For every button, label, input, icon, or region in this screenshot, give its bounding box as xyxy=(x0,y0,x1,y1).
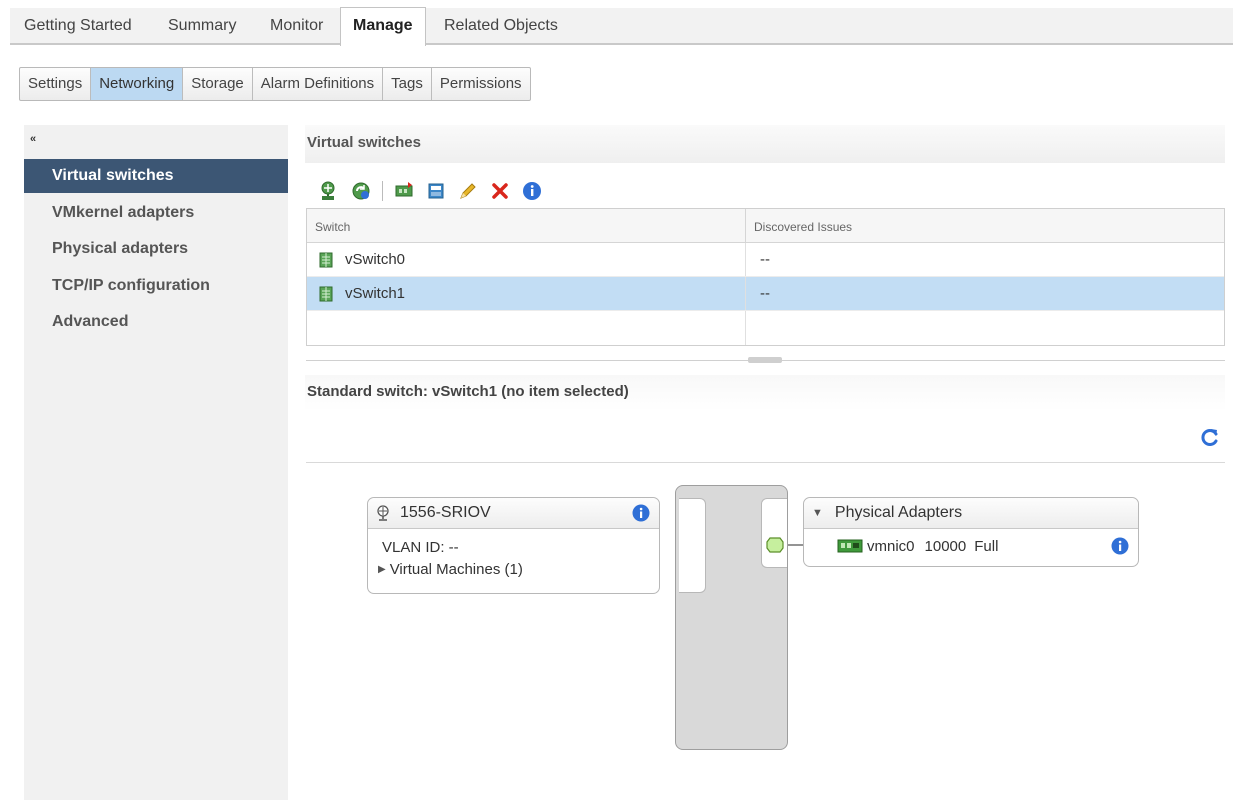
expand-arrow-icon: ▶ xyxy=(378,564,386,575)
vswitch-diagram-body xyxy=(675,485,788,750)
vlan-id-text: VLAN ID: -- xyxy=(382,539,459,556)
info-icon[interactable] xyxy=(631,503,651,523)
port-group-name: 1556-SRIOV xyxy=(400,504,491,521)
port-group-box[interactable]: 1556-SRIOV VLAN ID: -- ▶ Virtual Machine… xyxy=(367,497,660,594)
physical-adapters-header: ▼ Physical Adapters xyxy=(804,498,1138,529)
info-icon[interactable] xyxy=(1110,536,1130,556)
virtual-machines-toggle[interactable]: ▶ Virtual Machines (1) xyxy=(368,556,659,578)
adapter-speed: 10000 xyxy=(924,537,967,555)
collapse-arrow-icon[interactable]: ▼ xyxy=(812,507,823,519)
list-item[interactable]: vmnic0 10000 Full xyxy=(804,529,1138,563)
port-group-header: 1556-SRIOV xyxy=(368,498,659,529)
switch-left-port-bay xyxy=(679,498,706,593)
adapter-name: vmnic0 xyxy=(867,537,915,555)
port-group-icon xyxy=(374,504,392,522)
topology-connectors xyxy=(706,529,803,546)
adapter-duplex: Full xyxy=(974,537,999,555)
physical-adapters-box[interactable]: ▼ Physical Adapters vmnic0 10000 Full xyxy=(803,497,1139,567)
nic-icon xyxy=(837,538,863,554)
uplink-port-icon[interactable] xyxy=(766,537,784,553)
physical-adapters-title: Physical Adapters xyxy=(834,504,963,521)
switch-right-port-bay xyxy=(761,498,787,568)
virtual-machines-label: Virtual Machines (1) xyxy=(389,561,523,578)
